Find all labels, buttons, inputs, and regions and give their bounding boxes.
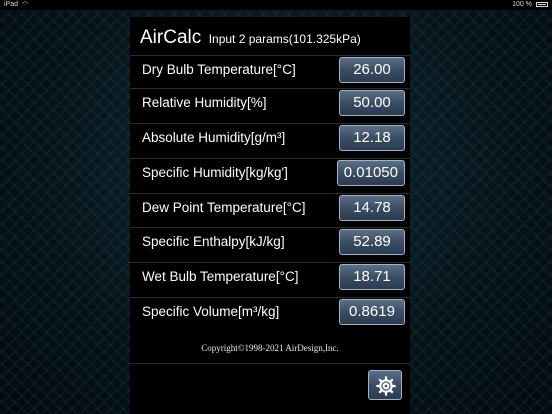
row-specific-humidity: Specific Humidity[kg/kg'] 0.01050 xyxy=(130,158,410,188)
app-title: AirCalc xyxy=(140,27,202,48)
dry-bulb-temperature-value[interactable]: 26.00 xyxy=(339,57,405,83)
row-relative-humidity: Relative Humidity[%] 50.00 xyxy=(130,88,410,118)
row-absolute-humidity: Absolute Humidity[g/m³] 12.18 xyxy=(130,123,410,153)
specific-humidity-value[interactable]: 0.01050 xyxy=(336,160,405,186)
row-dew-point-temperature: Dew Point Temperature[°C] 14.78 xyxy=(130,193,410,223)
row-label: Specific Humidity[kg/kg'] xyxy=(142,165,288,180)
calculator-panel: AirCalc Input 2 params(101.325kPa) Dry B… xyxy=(130,17,410,414)
row-specific-enthalpy: Specific Enthalpy[kJ/kg] 52.89 xyxy=(130,227,410,257)
settings-button[interactable] xyxy=(368,370,402,400)
row-label: Absolute Humidity[g/m³] xyxy=(142,130,286,145)
row-label: Specific Volume[m³/kg] xyxy=(142,304,280,319)
copyright-text: Copyright©1998-2021 AirDesign,Inc. xyxy=(201,343,339,353)
row-label: Relative Humidity[%] xyxy=(142,95,267,110)
carrier-label: iPad xyxy=(4,1,19,8)
row-label: Dry Bulb Temperature[°C] xyxy=(142,62,296,77)
status-bar: iPad ◠ 100 % xyxy=(0,0,552,10)
dew-point-temperature-value[interactable]: 14.78 xyxy=(339,195,405,221)
battery-percent: 100 % xyxy=(512,1,532,8)
wifi-icon: ◠ xyxy=(22,1,29,8)
app-subtitle: Input 2 params(101.325kPa) xyxy=(208,32,361,46)
row-specific-volume: Specific Volume[m³/kg] 0.8619 xyxy=(130,297,410,327)
row-wet-bulb-temperature: Wet Bulb Temperature[°C] 18.71 xyxy=(130,262,410,292)
gear-icon xyxy=(376,376,396,396)
footer-divider xyxy=(130,363,410,364)
row-dry-bulb-temperature: Dry Bulb Temperature[°C] 26.00 xyxy=(130,55,410,85)
specific-enthalpy-value[interactable]: 52.89 xyxy=(339,229,405,255)
relative-humidity-value[interactable]: 50.00 xyxy=(339,90,405,116)
header: AirCalc Input 2 params(101.325kPa) xyxy=(140,27,361,49)
row-label: Wet Bulb Temperature[°C] xyxy=(142,269,299,284)
battery-icon xyxy=(536,2,548,7)
absolute-humidity-value[interactable]: 12.18 xyxy=(339,125,405,151)
row-label: Specific Enthalpy[kJ/kg] xyxy=(142,234,285,249)
wet-bulb-temperature-value[interactable]: 18.71 xyxy=(339,264,405,290)
row-label: Dew Point Temperature[°C] xyxy=(142,200,306,215)
specific-volume-value[interactable]: 0.8619 xyxy=(339,299,405,325)
